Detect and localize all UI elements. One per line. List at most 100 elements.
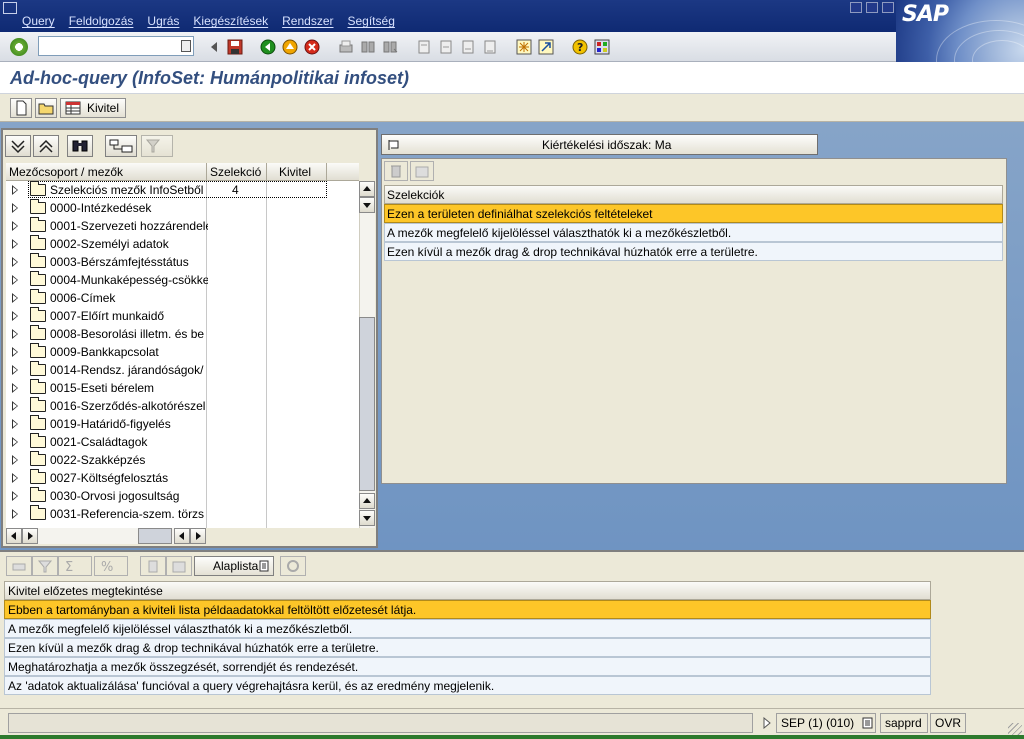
- find-icon[interactable]: [360, 39, 376, 55]
- expand-icon[interactable]: [12, 221, 18, 231]
- subtotal-button[interactable]: %: [94, 556, 128, 576]
- insert-mode[interactable]: OVR: [930, 713, 966, 733]
- expand-icon[interactable]: [12, 329, 18, 339]
- tree-row[interactable]: 0006-Címek: [6, 289, 359, 307]
- command-history-icon[interactable]: [181, 40, 191, 52]
- scroll-down-icon[interactable]: [359, 510, 375, 526]
- scroll-down-icon[interactable]: [359, 197, 375, 213]
- expand-all-button[interactable]: [5, 135, 31, 157]
- expand-icon[interactable]: [12, 347, 18, 357]
- tree-row[interactable]: 0015-Eseti bérelem: [6, 379, 359, 397]
- scroll-thumb[interactable]: [359, 317, 375, 491]
- selection-row[interactable]: Ezen a területen definiálhat szelekciós …: [384, 204, 1003, 223]
- tree-row[interactable]: 0009-Bankkapcsolat: [6, 343, 359, 361]
- close-window-icon[interactable]: [882, 2, 894, 13]
- next-page-icon[interactable]: [460, 39, 476, 55]
- selection-row[interactable]: A mezők megfelelő kijelöléssel választha…: [384, 223, 1003, 242]
- kivitel-button[interactable]: Kivitel: [60, 98, 127, 118]
- tree-row[interactable]: 0021-Családtagok: [6, 433, 359, 451]
- layout-icon[interactable]: [594, 39, 610, 55]
- tree-row[interactable]: Szelekciós mezők InfoSetből 4: [6, 181, 359, 199]
- tree-row[interactable]: 0030-Orvosi jogosultság: [6, 487, 359, 505]
- expand-icon[interactable]: [12, 275, 18, 285]
- menu-segitseg[interactable]: Segítség: [348, 14, 395, 28]
- output-options-button[interactable]: [166, 556, 192, 576]
- hierarchy-button[interactable]: [105, 135, 137, 157]
- tree-row[interactable]: 0016-Szerződés-alkotórészel: [6, 397, 359, 415]
- expand-icon[interactable]: [12, 293, 18, 303]
- output-row[interactable]: Ezen kívül a mezők drag & drop technikáv…: [4, 638, 931, 657]
- alaplista-button[interactable]: Alaplista: [194, 556, 274, 576]
- prev-page-icon[interactable]: [438, 39, 454, 55]
- exit-icon[interactable]: [282, 39, 298, 55]
- delete-selection-button[interactable]: [384, 161, 408, 181]
- tree-row[interactable]: 0007-Előírt munkaidő: [6, 307, 359, 325]
- first-page-icon[interactable]: [416, 39, 432, 55]
- back-arrow-icon[interactable]: [260, 39, 276, 55]
- tree-row[interactable]: 0031-Referencia-szem. törzs: [6, 505, 359, 523]
- filter-button[interactable]: [141, 135, 173, 157]
- selection-options-button[interactable]: [410, 161, 434, 181]
- last-page-icon[interactable]: [482, 39, 498, 55]
- tree-row[interactable]: 0003-Bérszámfejtésstátus: [6, 253, 359, 271]
- expand-icon[interactable]: [12, 239, 18, 249]
- menu-kiegeszitesek[interactable]: Kiegészítések: [193, 14, 268, 28]
- col-fieldgroup[interactable]: Mezőcsoport / mezők: [9, 165, 123, 179]
- find-next-icon[interactable]: [382, 39, 398, 55]
- print-preview-button[interactable]: [6, 556, 32, 576]
- collapse-all-button[interactable]: [33, 135, 59, 157]
- command-field[interactable]: [38, 36, 194, 56]
- help-icon[interactable]: ?: [572, 39, 588, 55]
- system-menu-icon[interactable]: [3, 2, 17, 14]
- expand-icon[interactable]: [12, 383, 18, 393]
- new-document-button[interactable]: [10, 98, 32, 118]
- filter-output-button[interactable]: [32, 556, 58, 576]
- print-icon[interactable]: [338, 39, 354, 55]
- expand-status-icon[interactable]: [762, 717, 772, 729]
- scroll-thumb[interactable]: [138, 528, 172, 544]
- scroll-up-icon[interactable]: [359, 181, 375, 197]
- scroll-up-icon[interactable]: [359, 493, 375, 509]
- scroll-left-icon[interactable]: [6, 528, 22, 544]
- tree-row[interactable]: 0022-Szakképzés: [6, 451, 359, 469]
- expand-icon[interactable]: [12, 491, 18, 501]
- save-icon[interactable]: [227, 39, 243, 55]
- refresh-data-button[interactable]: [280, 556, 306, 576]
- delete-output-button[interactable]: [140, 556, 166, 576]
- evaluation-period-button[interactable]: Kiértékelési időszak: Ma: [381, 134, 818, 155]
- expand-icon[interactable]: [12, 203, 18, 213]
- tree-row[interactable]: 0027-Költségfelosztás: [6, 469, 359, 487]
- new-session-icon[interactable]: [516, 39, 532, 55]
- scroll-left-icon[interactable]: [174, 528, 190, 544]
- col-selection[interactable]: Szelekció: [210, 165, 261, 179]
- expand-icon[interactable]: [12, 419, 18, 429]
- system-info[interactable]: SEP (1) (010): [776, 713, 876, 733]
- tree-row[interactable]: 0014-Rendsz. járandóságok/: [6, 361, 359, 379]
- find-button[interactable]: [67, 135, 93, 157]
- output-row[interactable]: Meghatározhatja a mezők összegzését, sor…: [4, 657, 931, 676]
- scroll-right-icon[interactable]: [22, 528, 38, 544]
- tree-row[interactable]: 0002-Személyi adatok: [6, 235, 359, 253]
- tree-row[interactable]: 0004-Munkaképesség-csökke: [6, 271, 359, 289]
- sum-button[interactable]: Σ: [58, 556, 92, 576]
- expand-icon[interactable]: [12, 437, 18, 447]
- expand-icon[interactable]: [12, 365, 18, 375]
- output-row[interactable]: Ebben a tartományban a kiviteli lista pé…: [4, 600, 931, 619]
- scroll-right-icon[interactable]: [190, 528, 206, 544]
- open-button[interactable]: [35, 98, 57, 118]
- tree-row[interactable]: 0008-Besorolási illetm. és be: [6, 325, 359, 343]
- output-row[interactable]: Az 'adatok aktualizálása' funcióval a qu…: [4, 676, 931, 695]
- menu-query[interactable]: Query: [22, 14, 55, 28]
- expand-icon[interactable]: [12, 185, 18, 195]
- tree-horizontal-scrollbar[interactable]: [6, 528, 206, 544]
- col-output[interactable]: Kivitel: [279, 165, 311, 179]
- menu-feldolgozas[interactable]: Feldolgozás: [69, 14, 134, 28]
- expand-icon[interactable]: [12, 257, 18, 267]
- tree-row[interactable]: 0000-Intézkedések: [6, 199, 359, 217]
- menu-ugras[interactable]: Ugrás: [147, 14, 179, 28]
- tree-vertical-scrollbar[interactable]: [359, 181, 375, 528]
- back-icon[interactable]: [206, 39, 222, 55]
- maximize-icon[interactable]: [866, 2, 878, 13]
- selection-row[interactable]: Ezen kívül a mezők drag & drop technikáv…: [384, 242, 1003, 261]
- tree-row[interactable]: 0001-Szervezeti hozzárendelé: [6, 217, 359, 235]
